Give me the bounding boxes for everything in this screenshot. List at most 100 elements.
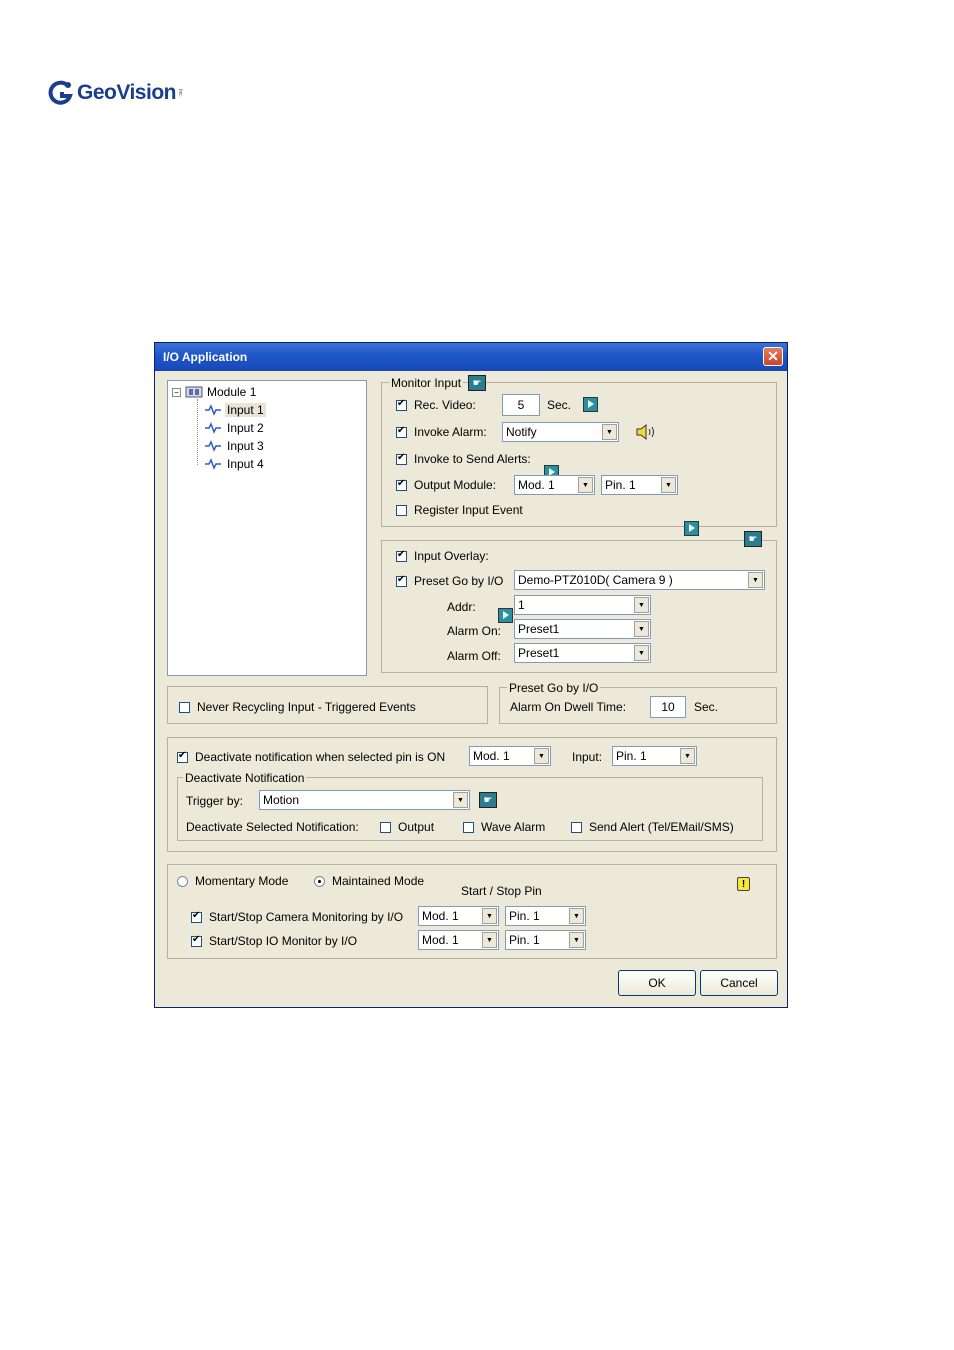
maintained-mode-radio[interactable] [314, 875, 325, 887]
invoke-alarm-value: Notify [506, 425, 537, 439]
io-monitor-checkbox[interactable] [191, 934, 202, 947]
monitor-input-legend: Monitor Input ☛ [389, 375, 487, 391]
deactivate-alert-row: Send Alert (Tel/EMail/SMS) [571, 820, 734, 834]
cancel-button[interactable]: Cancel [700, 970, 778, 996]
dwell-time-unit: Sec. [694, 700, 719, 714]
deactivate-pin-value: Pin. 1 [616, 749, 647, 763]
preset-camera-select[interactable]: Demo-PTZ010D( Camera 9 ) ▼ [514, 570, 765, 590]
send-alerts-label: Invoke to Send Alerts: [414, 452, 531, 466]
ptz-settings-button[interactable]: ☛ [744, 531, 762, 547]
tree-item-input-2[interactable]: Input 2 [204, 420, 264, 436]
chevron-down-icon[interactable]: ▼ [634, 645, 649, 661]
deactivate-alert-checkbox[interactable] [571, 821, 582, 833]
chevron-down-icon[interactable]: ▼ [569, 932, 584, 948]
title-bar[interactable]: I/O Application ✕ [155, 343, 787, 371]
input-signal-icon [205, 440, 221, 452]
deactivate-module-select[interactable]: Mod. 1 ▼ [469, 746, 551, 766]
io-monitor-row: Start/Stop IO Monitor by I/O [191, 934, 357, 948]
tree-item-module-1[interactable]: − Module 1 [172, 384, 256, 400]
input-overlay-row: Input Overlay: [396, 549, 489, 563]
tree-item-input-4[interactable]: Input 4 [204, 456, 264, 472]
tree-item-input-3[interactable]: Input 3 [204, 438, 264, 454]
tree-input-label: Input 2 [227, 421, 264, 435]
chevron-down-icon[interactable]: ▼ [482, 908, 497, 924]
never-recycling-label: Never Recycling Input - Triggered Events [197, 700, 416, 714]
hand-pointer-icon: ☛ [483, 794, 493, 806]
alarm-on-label: Alarm On: [447, 624, 502, 638]
warning-icon[interactable]: ! [737, 877, 750, 891]
geovision-logo: GeoVision Inc. [48, 78, 183, 108]
ok-button[interactable]: OK [618, 970, 696, 996]
input-overlay-checkbox[interactable] [396, 549, 407, 562]
chevron-down-icon[interactable]: ▼ [634, 597, 649, 613]
chevron-down-icon[interactable]: ▼ [578, 477, 593, 493]
deactivate-wave-label: Wave Alarm [481, 820, 546, 834]
output-module-checkbox[interactable] [396, 478, 407, 491]
invoke-alarm-checkbox[interactable] [396, 425, 407, 438]
dwell-time-input[interactable]: 10 [650, 696, 686, 718]
chevron-down-icon[interactable]: ▼ [569, 908, 584, 924]
register-input-checkbox[interactable] [396, 504, 407, 516]
io-monitor-module-value: Mod. 1 [422, 933, 459, 947]
rec-video-seconds-input[interactable]: 5 [502, 394, 540, 416]
camera-monitoring-module-select[interactable]: Mod. 1 ▼ [418, 906, 499, 926]
rec-video-play-button[interactable] [583, 397, 598, 412]
chevron-down-icon[interactable]: ▼ [634, 621, 649, 637]
deactivate-output-checkbox[interactable] [380, 821, 391, 833]
deactivate-wave-row: Wave Alarm [463, 820, 545, 834]
speaker-icon[interactable] [635, 423, 659, 441]
dialog-title: I/O Application [163, 350, 248, 364]
close-button[interactable]: ✕ [763, 347, 783, 366]
never-recycling-checkbox[interactable] [179, 701, 190, 713]
tree-input-label: Input 1 [225, 403, 266, 417]
tree-input-label: Input 4 [227, 457, 264, 471]
io-monitor-pin-select[interactable]: Pin. 1 ▼ [505, 930, 586, 950]
camera-monitoring-row: Start/Stop Camera Monitoring by I/O [191, 910, 403, 924]
input-overlay-play-button[interactable] [498, 608, 513, 623]
momentary-mode-radio[interactable] [177, 875, 188, 887]
camera-monitoring-label: Start/Stop Camera Monitoring by I/O [209, 910, 404, 924]
maintained-mode-row: Maintained Mode [314, 874, 424, 888]
collapse-icon[interactable]: − [172, 387, 181, 397]
output-module-play-button[interactable] [684, 521, 699, 536]
momentary-mode-row: Momentary Mode [177, 874, 288, 888]
output-module-select[interactable]: Mod. 1 ▼ [514, 475, 595, 495]
deactivate-wave-checkbox[interactable] [463, 821, 474, 833]
monitor-settings-button[interactable]: ☛ [468, 375, 487, 391]
chevron-down-icon[interactable]: ▼ [453, 792, 468, 808]
input-signal-icon [205, 404, 221, 416]
rec-video-label: Rec. Video: [414, 398, 476, 412]
rec-video-checkbox[interactable] [396, 398, 407, 411]
invoke-alarm-select[interactable]: Notify ▼ [502, 422, 619, 442]
camera-monitoring-checkbox[interactable] [191, 910, 202, 923]
deactivate-checkbox[interactable] [177, 750, 188, 763]
momentary-mode-label: Momentary Mode [195, 874, 289, 888]
alarm-on-select[interactable]: Preset1 ▼ [514, 619, 651, 639]
io-monitor-module-select[interactable]: Mod. 1 ▼ [418, 930, 499, 950]
tree-item-input-1[interactable]: Input 1 [204, 402, 266, 418]
camera-monitoring-pin-select[interactable]: Pin. 1 ▼ [505, 906, 586, 926]
preset-go-checkbox[interactable] [396, 574, 407, 587]
chevron-down-icon[interactable]: ▼ [602, 424, 617, 440]
trigger-settings-button[interactable]: ☛ [479, 792, 497, 808]
invoke-alarm-label: Invoke Alarm: [414, 425, 487, 439]
alarm-off-label: Alarm Off: [447, 649, 501, 663]
addr-select[interactable]: 1 ▼ [514, 595, 651, 615]
output-pin-select[interactable]: Pin. 1 ▼ [601, 475, 678, 495]
alarm-off-value: Preset1 [518, 646, 560, 660]
chevron-down-icon[interactable]: ▼ [748, 572, 763, 588]
chevron-down-icon[interactable]: ▼ [482, 932, 497, 948]
module-tree[interactable]: − Module 1 Input 1 Input 2 Input 3 Input… [167, 380, 367, 676]
trigger-by-select[interactable]: Motion ▼ [259, 790, 470, 810]
trigger-by-value: Motion [263, 793, 300, 807]
send-alerts-checkbox[interactable] [396, 452, 407, 465]
deactivate-row: Deactivate notification when selected pi… [177, 750, 445, 764]
deactivate-pin-select[interactable]: Pin. 1 ▼ [612, 746, 697, 766]
addr-label: Addr: [447, 600, 476, 614]
chevron-down-icon[interactable]: ▼ [680, 748, 695, 764]
logo-text: GeoVision [77, 81, 176, 104]
dwell-time-label: Alarm On Dwell Time: [510, 700, 627, 714]
chevron-down-icon[interactable]: ▼ [661, 477, 676, 493]
chevron-down-icon[interactable]: ▼ [534, 748, 549, 764]
alarm-off-select[interactable]: Preset1 ▼ [514, 643, 651, 663]
